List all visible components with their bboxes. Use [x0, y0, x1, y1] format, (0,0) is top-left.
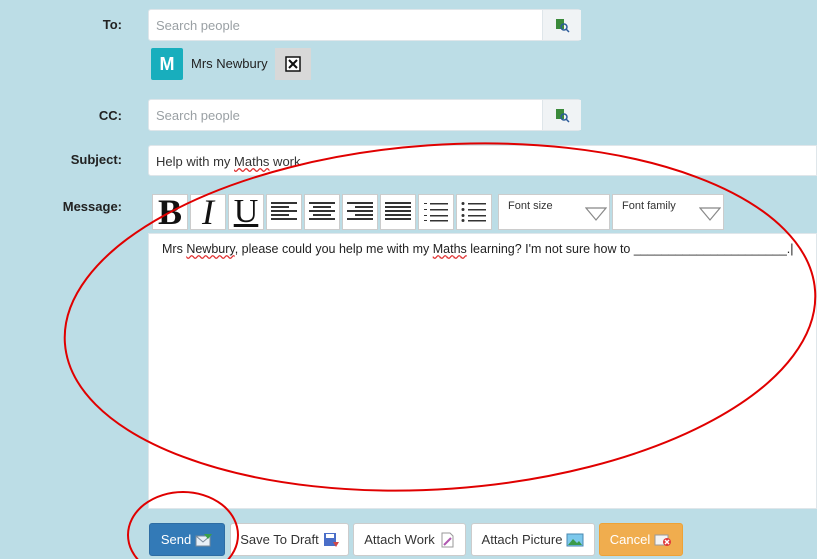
bullet-list-icon	[461, 202, 486, 222]
send-button[interactable]: Send	[149, 523, 225, 556]
message-text: Mrs Newbury, please could you help me wi…	[162, 242, 794, 256]
subject-label: Subject:	[70, 152, 122, 167]
subject-field[interactable]: Help with my Maths work	[148, 145, 817, 176]
italic-icon: I	[202, 192, 214, 232]
align-center-icon	[309, 202, 335, 220]
align-right-button[interactable]	[342, 194, 378, 230]
recipient-chip: M Mrs Newbury	[151, 47, 311, 81]
bullet-list-button[interactable]	[456, 194, 492, 230]
save-draft-label: Save To Draft	[240, 532, 319, 547]
align-left-button[interactable]	[266, 194, 302, 230]
font-family-dropdown[interactable]: Font family	[612, 194, 724, 230]
bold-button[interactable]: B	[152, 194, 188, 230]
bold-icon: B	[157, 192, 182, 232]
cc-lookup-button[interactable]	[542, 100, 581, 130]
subject-value: Help with my Maths work	[156, 154, 301, 169]
send-mail-icon	[195, 533, 213, 546]
formatting-toolbar: B I U Font size Font family	[150, 193, 725, 231]
to-search-input[interactable]	[156, 18, 536, 33]
align-left-icon	[271, 202, 297, 220]
font-size-label: Font size	[508, 200, 553, 212]
cc-search-field[interactable]	[148, 99, 581, 131]
picture-icon	[566, 533, 584, 546]
justify-button[interactable]	[380, 194, 416, 230]
cc-search-input[interactable]	[156, 108, 536, 123]
cc-label: CC:	[98, 108, 122, 123]
align-center-button[interactable]	[304, 194, 340, 230]
address-book-search-icon	[556, 109, 570, 123]
recipient-avatar: M	[151, 48, 183, 80]
recipient-name: Mrs Newbury	[191, 56, 268, 71]
to-search-field[interactable]	[148, 9, 581, 41]
underline-button[interactable]: U	[228, 194, 264, 230]
attach-work-button[interactable]: Attach Work	[353, 523, 466, 556]
font-size-dropdown[interactable]: Font size	[498, 194, 610, 230]
attach-work-label: Attach Work	[364, 532, 435, 547]
numbered-list-icon	[424, 203, 448, 222]
remove-recipient-button[interactable]	[275, 48, 311, 80]
justify-icon	[385, 202, 411, 220]
attach-picture-button[interactable]: Attach Picture	[471, 523, 595, 556]
cancel-label: Cancel	[609, 532, 651, 547]
attach-document-icon	[441, 532, 454, 547]
message-label: Message:	[62, 199, 122, 214]
send-label: Send	[160, 532, 192, 547]
align-right-icon	[347, 202, 373, 220]
chevron-down-icon	[699, 207, 721, 221]
close-box-icon	[285, 56, 301, 72]
cancel-button[interactable]: Cancel	[599, 523, 683, 556]
address-book-search-icon	[556, 19, 570, 33]
chevron-down-icon	[585, 207, 607, 221]
cancel-mail-icon	[654, 534, 672, 546]
message-editor[interactable]: Mrs Newbury, please could you help me wi…	[148, 233, 817, 509]
italic-button[interactable]: I	[190, 194, 226, 230]
to-lookup-button[interactable]	[542, 10, 581, 40]
to-label: To:	[102, 17, 122, 32]
font-family-label: Font family	[622, 200, 676, 212]
underline-icon: U	[233, 193, 259, 230]
numbered-list-button[interactable]	[418, 194, 454, 230]
save-draft-button[interactable]: Save To Draft	[230, 523, 349, 556]
attach-picture-label: Attach Picture	[481, 532, 563, 547]
save-icon	[323, 532, 339, 547]
